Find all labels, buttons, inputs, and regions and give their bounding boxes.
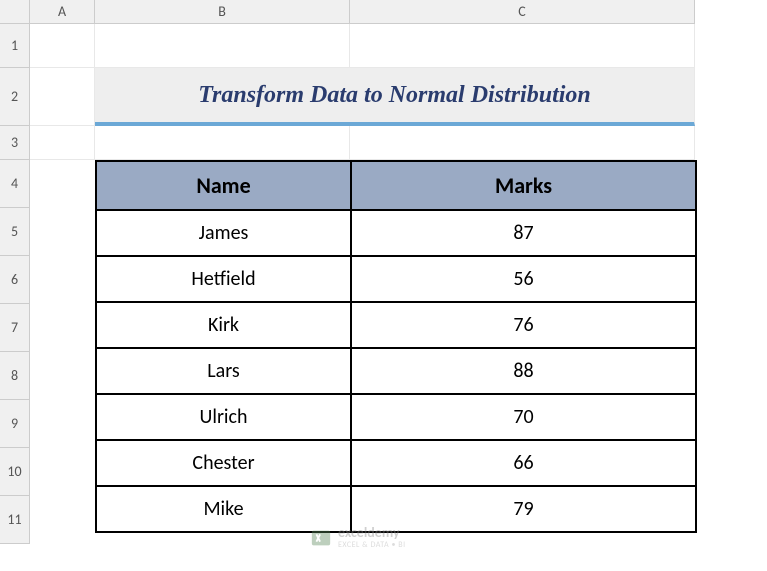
col-header-b[interactable]: B	[95, 0, 350, 24]
watermark-tagline: EXCEL & DATA • BI	[338, 540, 406, 550]
cell-marks[interactable]: 56	[351, 256, 696, 302]
row-header-3[interactable]: 3	[0, 126, 30, 160]
table-row: Chester 66	[96, 440, 696, 486]
cell-marks[interactable]: 66	[351, 440, 696, 486]
cell-b1[interactable]	[95, 24, 350, 68]
table-row: Kirk 76	[96, 302, 696, 348]
watermark: exceldemy EXCEL & DATA • BI	[310, 525, 406, 550]
cell-name[interactable]: Lars	[96, 348, 351, 394]
cell-a3[interactable]	[30, 126, 95, 160]
excel-icon	[310, 527, 332, 549]
table-row: Hetfield 56	[96, 256, 696, 302]
row-header-2[interactable]: 2	[0, 68, 30, 126]
col-header-a[interactable]: A	[30, 0, 95, 24]
cell-marks[interactable]: 88	[351, 348, 696, 394]
cell-name[interactable]: James	[96, 210, 351, 256]
cell-marks[interactable]: 87	[351, 210, 696, 256]
row-headers: 1 2 3 4 5 6 7 8 9 10 11	[0, 24, 30, 544]
row-header-6[interactable]: 6	[0, 256, 30, 304]
row-header-8[interactable]: 8	[0, 352, 30, 400]
cell-name[interactable]: Hetfield	[96, 256, 351, 302]
cell-name[interactable]: Ulrich	[96, 394, 351, 440]
col-header-c[interactable]: C	[350, 0, 695, 24]
header-marks[interactable]: Marks	[351, 161, 696, 210]
table-row: Ulrich 70	[96, 394, 696, 440]
cell-name[interactable]: Chester	[96, 440, 351, 486]
table-row: James 87	[96, 210, 696, 256]
header-name[interactable]: Name	[96, 161, 351, 210]
column-headers: A B C	[30, 0, 695, 24]
row-header-7[interactable]: 7	[0, 304, 30, 352]
data-table: Name Marks James 87 Hetfield 56 Kirk 76 …	[95, 160, 697, 533]
cell-a2[interactable]	[30, 68, 95, 126]
table-row: Lars 88	[96, 348, 696, 394]
cell-marks[interactable]: 70	[351, 394, 696, 440]
row-header-11[interactable]: 11	[0, 496, 30, 544]
row-header-1[interactable]: 1	[0, 24, 30, 68]
row-header-5[interactable]: 5	[0, 208, 30, 256]
grid-area: Transform Data to Normal Distribution	[30, 24, 695, 160]
cell-b3[interactable]	[95, 126, 350, 160]
cell-c1[interactable]	[350, 24, 695, 68]
cell-c3[interactable]	[350, 126, 695, 160]
cell-marks[interactable]: 76	[351, 302, 696, 348]
row-header-4[interactable]: 4	[0, 160, 30, 208]
row-header-9[interactable]: 9	[0, 400, 30, 448]
cell-name[interactable]: Kirk	[96, 302, 351, 348]
select-all-corner[interactable]	[0, 0, 30, 24]
row-header-10[interactable]: 10	[0, 448, 30, 496]
watermark-brand: exceldemy	[338, 525, 406, 540]
title-cell[interactable]: Transform Data to Normal Distribution	[95, 68, 695, 126]
cell-a1[interactable]	[30, 24, 95, 68]
table-header-row: Name Marks	[96, 161, 696, 210]
